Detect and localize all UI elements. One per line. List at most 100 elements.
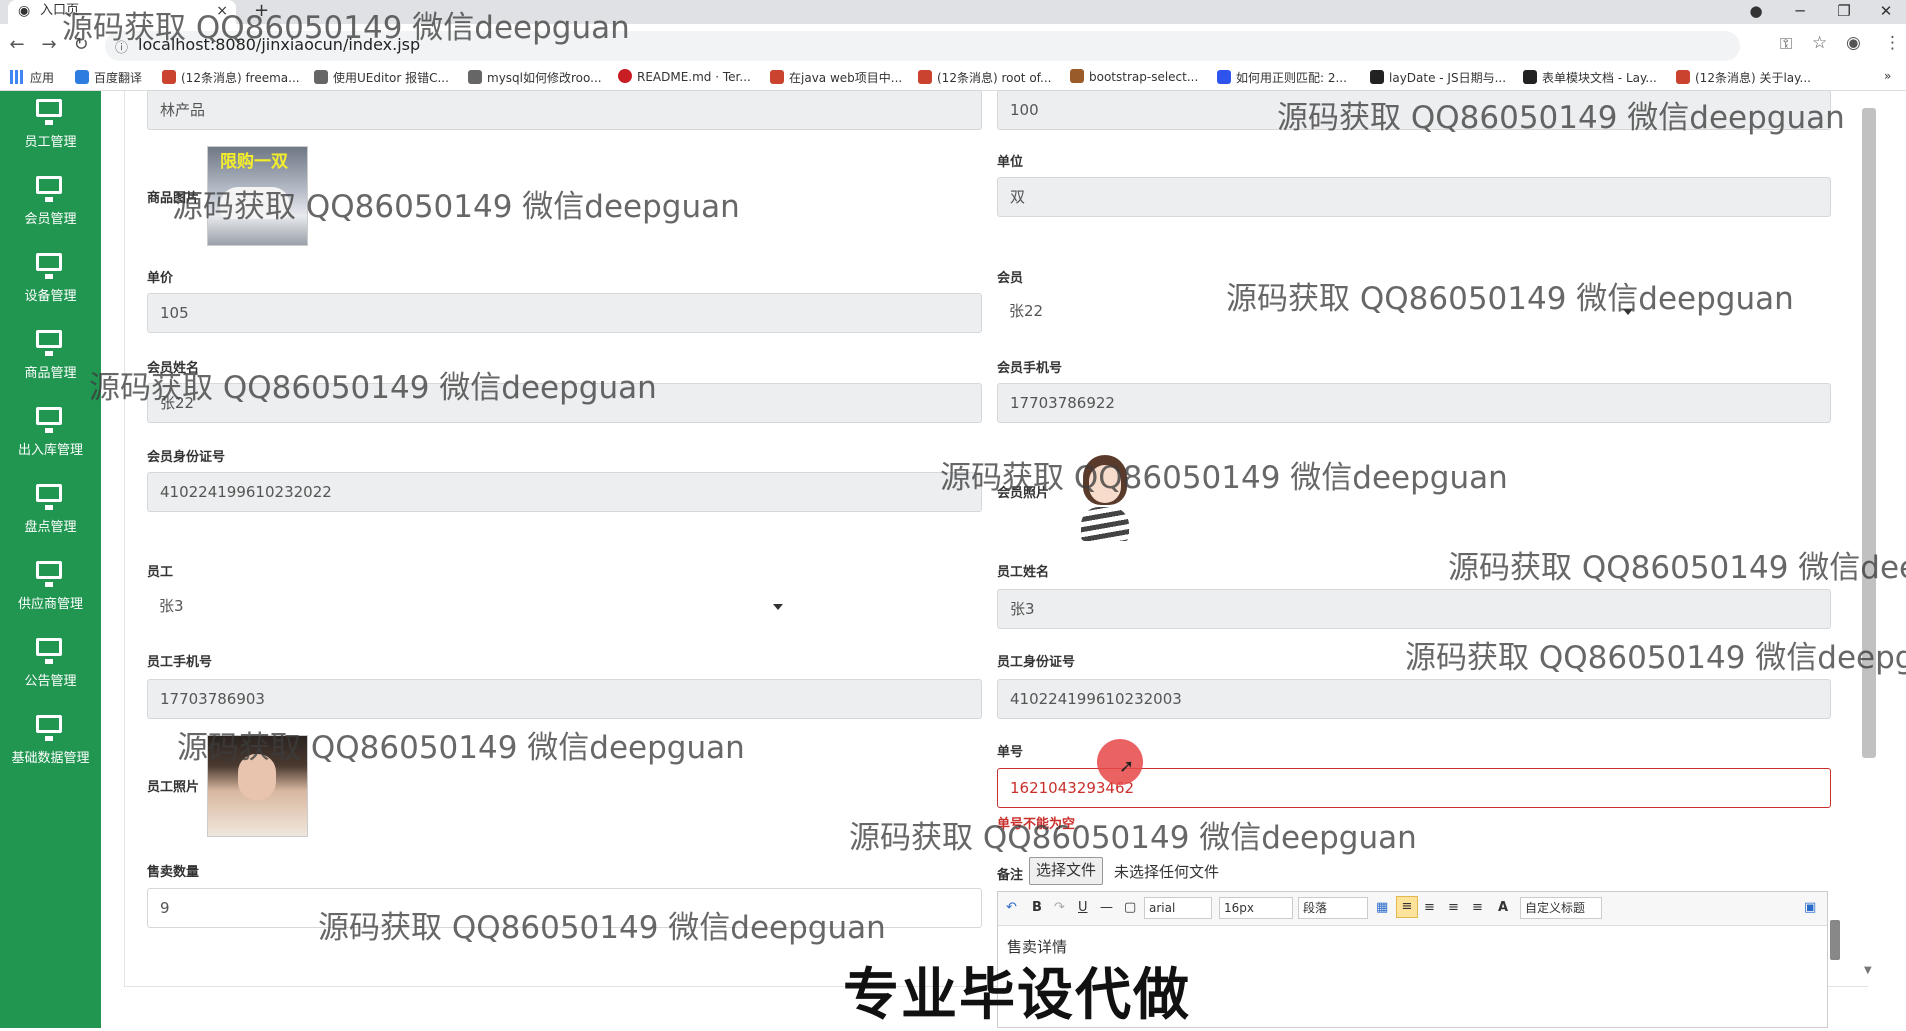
horizontal-rule-icon[interactable]: — — [1100, 900, 1113, 915]
fullscreen-icon[interactable]: ▣ — [1804, 900, 1816, 915]
overlay-banner: 专业毕设代做 — [843, 963, 1191, 1028]
price-field[interactable]: 105 — [147, 293, 982, 333]
bookmark-item[interactable]: 使用UEditor 报错C... — [314, 69, 449, 86]
apps-icon[interactable]: 应用 — [10, 69, 54, 86]
scroll-down-icon[interactable]: ▼ — [1864, 965, 1872, 976]
employee-phone-label: 员工手机号 — [147, 655, 213, 670]
underline-icon[interactable]: U — [1078, 900, 1088, 915]
undo-icon[interactable]: ↶ — [1006, 900, 1017, 915]
bookmark-label: 在java web项目中... — [789, 71, 903, 85]
remark-label: 备注 — [997, 868, 1024, 883]
watermark: 源码获取 QQ86050149 微信deepguan — [172, 189, 740, 225]
choose-file-button[interactable]: 选择文件 — [1029, 857, 1104, 885]
price-label: 单价 — [147, 271, 174, 286]
menu-icon[interactable]: ⋮ — [1884, 33, 1901, 53]
sidebar-item-inout[interactable]: 出入库管理 — [0, 407, 101, 484]
monitor-icon — [36, 561, 62, 587]
bookmark-item[interactable]: (12条消息) 关于lay... — [1676, 69, 1811, 86]
employee-label: 员工 — [147, 565, 174, 580]
sidebar-item-product[interactable]: 商品管理 — [0, 330, 101, 407]
sidebar-item-inventory[interactable]: 盘点管理 — [0, 484, 101, 561]
chevron-down-icon[interactable] — [773, 604, 783, 610]
justify-icon[interactable]: ≡ — [1472, 900, 1483, 915]
monitor-icon — [36, 638, 62, 664]
sidebar-item-label: 员工管理 — [24, 135, 77, 150]
sidebar-item-equipment[interactable]: 设备管理 — [0, 253, 101, 330]
member-phone-field[interactable]: 17703786922 — [997, 383, 1831, 423]
bookmark-item[interactable]: (12条消息) freema... — [162, 69, 300, 86]
bookmark-item[interactable]: 在java web项目中... — [770, 69, 902, 86]
member-label: 会员 — [997, 271, 1024, 286]
account-icon[interactable]: ◉ — [1846, 33, 1861, 53]
bookmark-label: 应用 — [30, 71, 55, 85]
editor-toolbar: ↶ B ↷ U — ▢ arial 16px 段落 ▦ ≡ ≡ ≡ ≡ A 自定… — [998, 892, 1827, 926]
font-color-icon[interactable]: A — [1498, 900, 1508, 915]
employee-id-field[interactable]: 410224199610232003 — [997, 679, 1831, 719]
paragraph-select[interactable]: 段落 — [1298, 897, 1368, 919]
bold-icon[interactable]: B — [1032, 900, 1042, 915]
bookmark-item[interactable]: layDate - JS日期与... — [1370, 69, 1506, 86]
sidebar: 员工管理 会员管理 设备管理 商品管理 出入库管理 盘点管理 供应商管理 公告管… — [0, 91, 101, 1028]
sidebar-item-label: 基础数据管理 — [11, 751, 90, 766]
close-window-icon[interactable]: ✕ — [1866, 0, 1906, 22]
align-right-icon[interactable]: ≡ — [1448, 900, 1459, 915]
sidebar-item-basedata[interactable]: 基础数据管理 — [0, 715, 101, 792]
bookmark-item[interactable]: 表单模块文档 - Lay... — [1523, 69, 1657, 86]
watermark: 源码获取 QQ86050149 微信deepguan — [89, 370, 657, 406]
sidebar-item-label: 盘点管理 — [24, 520, 77, 535]
bookmark-label: (12条消息) freema... — [181, 71, 300, 85]
redo-icon[interactable]: ↷ — [1054, 900, 1065, 915]
sidebar-item-employee[interactable]: 员工管理 — [0, 99, 101, 176]
unit-field[interactable]: 双 — [997, 177, 1831, 217]
member-id-field[interactable]: 410224199610232022 — [147, 472, 982, 512]
sidebar-item-supplier[interactable]: 供应商管理 — [0, 561, 101, 638]
bookmarks-bar: 应用 百度翻译 (12条消息) freema... 使用UEditor 报错C.… — [0, 66, 1906, 91]
file-status: 未选择任何文件 — [1114, 863, 1220, 881]
bookmark-label: (12条消息) 关于lay... — [1695, 71, 1811, 85]
sidebar-item-label: 商品管理 — [24, 366, 77, 381]
unit-label: 单位 — [997, 155, 1024, 170]
key-icon[interactable]: ⚿ — [1780, 34, 1792, 54]
quantity-label: 售卖数量 — [147, 865, 200, 880]
employee-name-field[interactable]: 张3 — [997, 589, 1831, 629]
bookmark-item[interactable]: 如何用正则匹配: 2... — [1217, 69, 1347, 86]
restore-icon[interactable]: ❐ — [1824, 0, 1864, 22]
font-size-select[interactable]: 16px — [1219, 897, 1293, 919]
back-icon[interactable]: ← — [5, 34, 29, 55]
more-bookmarks-icon[interactable]: » — [1884, 69, 1891, 83]
bookmark-label: README.md · Ter... — [637, 70, 751, 84]
watermark: 源码获取 QQ86050149 微信deepguan — [1226, 281, 1794, 317]
employee-select[interactable]: 张3 — [147, 587, 797, 627]
bookmark-item[interactable]: 百度翻译 — [75, 69, 142, 86]
product-name-field[interactable]: 林产品 — [147, 90, 982, 130]
monitor-icon — [36, 715, 62, 741]
bookmark-item[interactable]: README.md · Ter... — [618, 69, 751, 84]
watermark: 源码获取 QQ86050149 微信deepguan — [177, 730, 745, 766]
cursor-icon: ➚ — [1119, 756, 1135, 777]
font-family-select[interactable]: arial — [1144, 897, 1212, 919]
sidebar-item-member[interactable]: 会员管理 — [0, 176, 101, 253]
bookmark-label: 使用UEditor 报错C... — [333, 71, 449, 85]
bookmark-item[interactable]: bootstrap-select... — [1070, 69, 1198, 84]
editor-scrollbar[interactable] — [1830, 920, 1840, 960]
monitor-icon — [36, 176, 62, 202]
watermark: 源码获取 QQ86050149 微信deepguan — [849, 820, 1417, 856]
sidebar-item-notice[interactable]: 公告管理 — [0, 638, 101, 715]
employee-phone-field[interactable]: 17703786903 — [147, 679, 982, 719]
globe-icon: ◉ — [18, 3, 31, 19]
monitor-icon — [36, 330, 62, 356]
forward-icon[interactable]: → — [37, 34, 61, 55]
profile-icon[interactable]: ● — [1736, 0, 1776, 22]
align-left-icon[interactable]: ≡ — [1396, 896, 1418, 918]
bookmark-item[interactable]: mysql如何修改roo... — [468, 69, 602, 86]
custom-title-select[interactable]: 自定义标题 — [1520, 897, 1602, 919]
product-image-text: 限购一双 — [220, 152, 288, 172]
minimize-icon[interactable]: ─ — [1780, 0, 1820, 22]
bookmark-item[interactable]: (12条消息) root of... — [918, 69, 1051, 86]
star-icon[interactable]: ☆ — [1812, 33, 1827, 53]
align-center-icon[interactable]: ≡ — [1424, 900, 1435, 915]
sidebar-item-label: 公告管理 — [24, 674, 77, 689]
bookmark-label: bootstrap-select... — [1089, 70, 1199, 84]
paste-icon[interactable]: ▢ — [1124, 900, 1136, 915]
table-icon[interactable]: ▦ — [1376, 900, 1388, 915]
